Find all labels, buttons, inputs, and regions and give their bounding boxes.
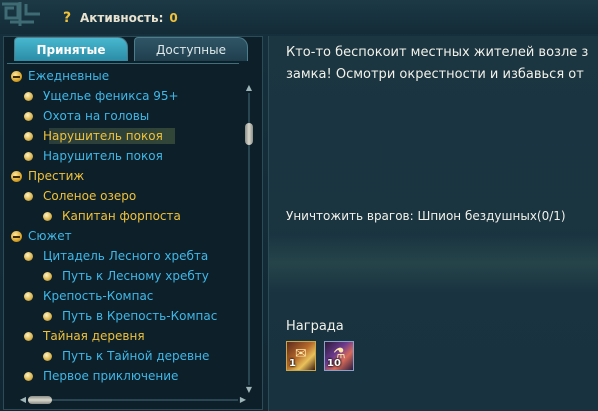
quest-label: Соленое озеро bbox=[43, 189, 137, 203]
quest-item[interactable]: Капитан форпоста bbox=[43, 206, 181, 226]
quest-label: Цитадель Лесного хребта bbox=[43, 249, 209, 263]
tab-accepted[interactable]: Принятые bbox=[14, 37, 128, 61]
quest-label: Охота на головы bbox=[43, 109, 150, 123]
quest-description: Кто-то беспокоит местных жителей возле з… bbox=[286, 45, 589, 82]
collapse-icon[interactable] bbox=[11, 230, 22, 242]
bullet-icon bbox=[24, 371, 33, 381]
scroll-up-icon[interactable]: ▲ bbox=[244, 83, 254, 93]
bullet-icon bbox=[24, 191, 33, 201]
bullet-icon bbox=[43, 311, 52, 321]
reward-qty: 1 bbox=[289, 358, 296, 369]
bullet-icon bbox=[43, 211, 52, 221]
quest-label: Капитан форпоста bbox=[62, 209, 181, 223]
quest-item[interactable]: Цитадель Лесного хребта bbox=[24, 246, 208, 266]
divider-glow bbox=[269, 233, 598, 293]
scroll-reward-icon[interactable]: ✉ 1 bbox=[286, 341, 316, 371]
quest-item[interactable]: Тайная деревня bbox=[24, 326, 145, 346]
activity-indicator: ? Активность: 0 bbox=[60, 9, 178, 27]
bullet-icon bbox=[24, 251, 33, 261]
quest-item[interactable]: Путь в Крепость-Компас bbox=[43, 306, 217, 326]
quest-label: Крепость-Компас bbox=[43, 289, 154, 303]
h-scroll-track bbox=[28, 399, 238, 401]
quest-tabs: Принятые Доступные bbox=[14, 37, 254, 63]
reward-title: Награда bbox=[286, 319, 344, 334]
quest-item[interactable]: Путь к Тайной деревне bbox=[43, 346, 209, 366]
quest-details-panel: Кто-то беспокоит местных жителей возле з… bbox=[268, 36, 598, 411]
collapse-icon[interactable] bbox=[11, 70, 22, 82]
quest-label: Ущелье феникса 95+ bbox=[43, 89, 179, 103]
quest-label: Тайная деревня bbox=[43, 329, 145, 343]
quest-label: Путь в Крепость-Компас bbox=[62, 309, 218, 323]
quest-objective: Уничтожить врагов: Шпион бездушных(0/1) bbox=[286, 209, 566, 223]
collapse-icon[interactable] bbox=[11, 170, 22, 182]
ornament-knot-icon bbox=[2, 2, 40, 26]
h-scroll-thumb[interactable] bbox=[28, 396, 52, 404]
quest-label: Нарушитель покоя bbox=[43, 129, 163, 143]
quest-item[interactable]: Нарушитель покоя bbox=[24, 126, 163, 146]
potion-reward-icon[interactable]: ⚗ 10 bbox=[324, 341, 354, 371]
quest-category[interactable]: Престиж bbox=[11, 166, 84, 186]
activity-label: Активность: bbox=[80, 11, 164, 25]
quest-tree: Ежедневные Ущелье феникса 95+ Охота на гол… bbox=[7, 63, 239, 394]
bullet-icon bbox=[24, 291, 33, 301]
bullet-icon bbox=[43, 351, 52, 361]
quest-label: Престиж bbox=[28, 169, 85, 183]
scroll-left-icon[interactable]: ◀ bbox=[18, 395, 28, 405]
quest-category[interactable]: Сюжет bbox=[11, 226, 72, 246]
quest-window: ? Активность: 0 Принятые Доступные Ежедн… bbox=[0, 0, 598, 411]
quest-item[interactable]: Путь к Лесному хребту bbox=[43, 266, 209, 286]
reward-qty: 10 bbox=[327, 358, 341, 369]
scroll-thumb[interactable] bbox=[245, 123, 253, 145]
tab-available[interactable]: Доступные bbox=[134, 37, 248, 61]
quest-label: Сюжет bbox=[28, 229, 72, 243]
quest-item[interactable]: Ущелье феникса 95+ bbox=[24, 86, 179, 106]
activity-value: 0 bbox=[169, 11, 178, 25]
bullet-icon bbox=[24, 331, 33, 341]
vertical-scrollbar[interactable]: ▲ ▼ bbox=[244, 83, 254, 395]
bullet-icon bbox=[24, 131, 33, 141]
quest-label: Путь к Лесному хребту bbox=[62, 269, 209, 283]
quest-item[interactable]: Нарушитель покоя bbox=[24, 146, 163, 166]
quest-label: Первое приключение bbox=[43, 369, 179, 383]
bullet-icon bbox=[43, 271, 52, 281]
bullet-icon bbox=[24, 111, 33, 121]
scroll-down-icon[interactable]: ▼ bbox=[244, 385, 254, 395]
quest-list-panel: Принятые Доступные Ежедневные Ущелье фени… bbox=[3, 36, 263, 410]
horizontal-scrollbar[interactable]: ◀ ▶ bbox=[18, 395, 248, 405]
quest-item[interactable]: Охота на головы bbox=[24, 106, 149, 126]
quest-category[interactable]: Ежедневные bbox=[11, 66, 109, 86]
quest-item[interactable]: Крепость-Компас bbox=[24, 286, 153, 306]
quest-label: Ежедневные bbox=[28, 69, 110, 83]
quest-label: Нарушитель покоя bbox=[43, 149, 163, 163]
quest-item[interactable]: Первое приключение bbox=[24, 366, 178, 386]
quest-item[interactable]: Соленое озеро bbox=[24, 186, 136, 206]
bullet-icon bbox=[24, 151, 33, 161]
top-bar: ? Активность: 0 bbox=[0, 0, 598, 34]
bullet-icon bbox=[24, 91, 33, 101]
quest-label: Путь к Тайной деревне bbox=[62, 349, 210, 363]
question-icon[interactable]: ? bbox=[60, 11, 74, 25]
scroll-right-icon[interactable]: ▶ bbox=[238, 395, 248, 405]
